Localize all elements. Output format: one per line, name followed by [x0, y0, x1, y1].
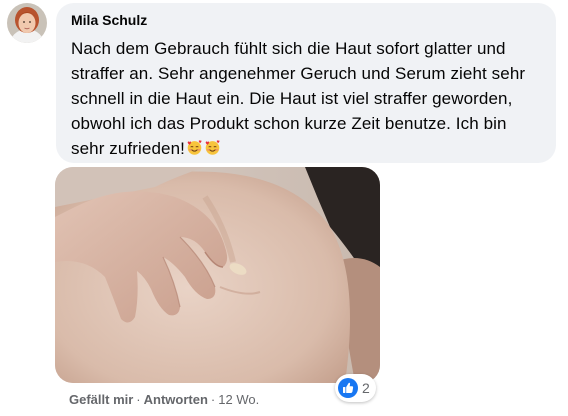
like-thumbs-up-icon — [338, 378, 358, 398]
reply-action-link[interactable]: Antworten — [144, 392, 208, 407]
reaction-count: 2 — [362, 380, 370, 396]
photo-image — [55, 167, 380, 383]
separator: · — [210, 392, 216, 407]
comment-attached-photo[interactable] — [55, 167, 380, 383]
separator: · — [136, 392, 141, 407]
smiling-face-with-hearts-emoji — [205, 140, 220, 155]
reaction-summary[interactable]: 2 — [335, 374, 376, 402]
comment-text-block: Nach dem Gebrauch fühlt sich die Haut so… — [71, 36, 543, 161]
avatar-photo — [7, 3, 47, 43]
comment-text: Nach dem Gebrauch fühlt sich die Haut so… — [71, 39, 526, 158]
comment-actions: Gefällt mir · Antworten · 12 Wo. — [69, 391, 259, 409]
comment-bubble: Mila Schulz Nach dem Gebrauch fühlt sich… — [56, 3, 556, 163]
comment-author-name[interactable]: Mila Schulz — [71, 11, 147, 29]
avatar[interactable] — [7, 3, 47, 43]
comment-timestamp[interactable]: 12 Wo. — [218, 392, 259, 407]
comment-container: Mila Schulz Nach dem Gebrauch fühlt sich… — [0, 0, 568, 416]
smiling-face-with-hearts-emoji — [187, 140, 202, 155]
like-action-link[interactable]: Gefällt mir — [69, 392, 133, 407]
